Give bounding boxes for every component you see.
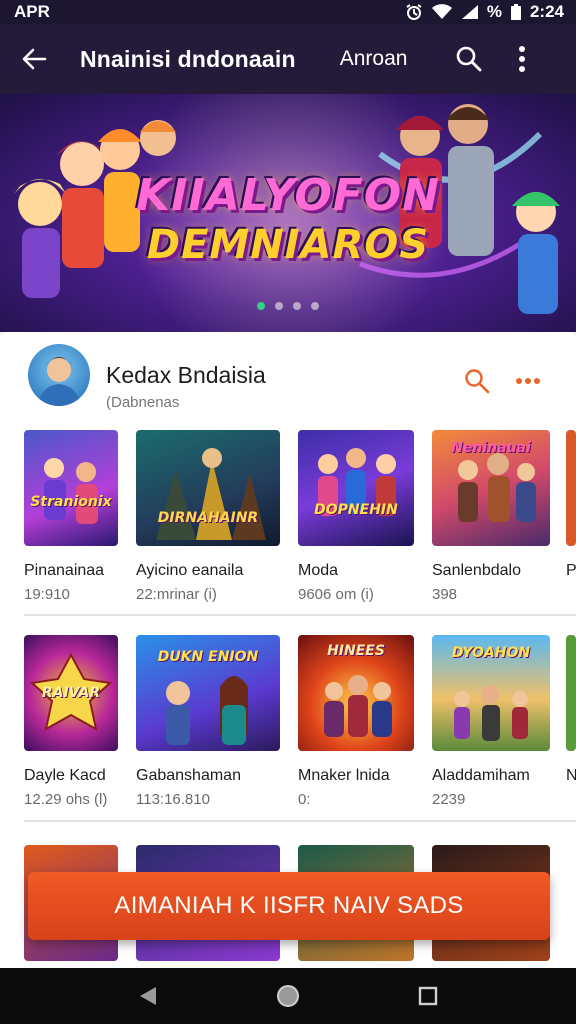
app-thumbnail: DUKN ENION — [136, 635, 280, 751]
thumbnail-caption: DIRNAHAINR — [157, 510, 259, 526]
overflow-menu-button[interactable] — [507, 37, 537, 81]
battery-icon — [510, 3, 522, 21]
nav-home-icon — [277, 985, 299, 1007]
app-thumbnail: Neninauai — [432, 430, 550, 546]
app-meta: 2239 — [432, 791, 466, 808]
app-meta: 22:mrinar (i) — [136, 586, 217, 603]
app-name: Mnaker lnida — [298, 767, 390, 784]
app-tile[interactable]: RAIVAR Dayle Kacd 12.29 ohs (l) — [24, 635, 142, 808]
app-tile[interactable]: DOPNEHIN Moda 9606 om (i) — [298, 430, 416, 603]
app-meta: 398 — [432, 586, 458, 603]
pager-dot[interactable] — [293, 302, 301, 310]
nav-recents-icon — [418, 986, 438, 1006]
more-vert-icon — [519, 46, 526, 72]
page-title: Nnainisi dndonaain — [80, 45, 296, 72]
pager-dot[interactable] — [275, 302, 283, 310]
primary-action-button[interactable]: AIMANIAH K IISFR NAIV SADS — [28, 872, 550, 940]
app-name: Ayicino eanaila — [136, 562, 244, 579]
app-name: Sanlenbdalo — [432, 562, 521, 579]
more-horiz-icon — [516, 378, 540, 384]
app-tile[interactable]: Neninauai Sanlenbdalo 398 — [432, 430, 550, 603]
app-thumbnail: DOPNEHIN — [298, 430, 414, 546]
status-left-text: APR — [14, 2, 50, 21]
app-tile[interactable]: Stranionix Pinanainaa 19:910 — [24, 430, 142, 603]
nav-recents-button[interactable] — [408, 976, 448, 1016]
row-divider — [24, 820, 576, 822]
banner-title-line2: DEMNIAROS — [146, 222, 430, 268]
pager-dot-active[interactable] — [257, 302, 265, 310]
app-name: Pinanainaa — [24, 562, 105, 579]
developer-search-button[interactable] — [460, 364, 494, 398]
app-thumbnail: RAIVAR — [24, 635, 118, 751]
featured-banner[interactable]: KIIALYOFON DEMNIAROS — [0, 94, 576, 332]
pager-dot[interactable] — [311, 302, 319, 310]
nav-back-icon — [140, 987, 156, 1005]
app-bar: Nnainisi dndonaain Anroan — [0, 24, 576, 94]
app-thumbnail: HINEES — [298, 635, 414, 751]
status-icons: % 2:24 — [405, 2, 564, 22]
app-tile[interactable]: DUKN ENION Gabanshaman 113:16.810 — [136, 635, 280, 808]
app-thumbnail: Stranionix — [24, 430, 118, 546]
app-thumbnail — [566, 430, 576, 546]
app-bar-action[interactable]: Anroan — [340, 47, 408, 71]
thumbnail-caption: HINEES — [327, 643, 385, 659]
app-tile[interactable]: N — [566, 635, 576, 785]
app-name: P — [566, 562, 576, 579]
system-nav-bar — [0, 968, 576, 1024]
thumbnail-caption: RAIVAR — [41, 685, 101, 701]
app-thumbnail: DYOAHON — [432, 635, 550, 751]
banner-pager-dots[interactable] — [0, 302, 576, 310]
developer-name: Kedax Bndaisia — [106, 362, 266, 388]
app-tile[interactable]: HINEES Mnaker lnida 0: — [298, 635, 416, 808]
nav-home-button[interactable] — [268, 976, 308, 1016]
app-thumbnail: DIRNAHAINR — [136, 430, 280, 546]
app-tile[interactable]: DIRNAHAINR Ayicino eanaila 22:mrinar (i) — [136, 430, 280, 603]
app-meta: 113:16.810 — [136, 791, 210, 808]
wifi-icon — [431, 4, 453, 20]
back-button[interactable] — [12, 37, 56, 81]
alarm-icon — [405, 3, 423, 21]
app-row: Stranionix Pinanainaa 19:910 DIRNAHAINR … — [0, 430, 576, 620]
app-tile[interactable]: P — [566, 430, 576, 580]
app-name: Moda — [298, 562, 339, 579]
developer-more-button[interactable] — [510, 364, 546, 398]
clock-time: 2:24 — [529, 2, 564, 21]
battery-percent: % — [486, 2, 502, 21]
app-name: Gabanshaman — [136, 767, 241, 784]
developer-header: Kedax Bndaisia (Dabnenas — [28, 344, 568, 411]
app-meta: 9606 om (i) — [298, 586, 374, 603]
nav-back-button[interactable] — [128, 976, 168, 1016]
thumbnail-caption: Neninauai — [451, 440, 531, 456]
banner-title-line1: KIIALYOFON — [135, 170, 441, 221]
app-row: RAIVAR Dayle Kacd 12.29 ohs (l) DUKN ENI… — [0, 635, 576, 825]
back-arrow-icon — [22, 48, 47, 70]
thumbnail-caption: DUKN ENION — [157, 649, 259, 665]
app-meta: 19:910 — [24, 586, 70, 603]
app-name: Dayle Kacd — [24, 767, 106, 784]
developer-subtitle: (Dabnenas — [106, 394, 180, 411]
search-button[interactable] — [447, 37, 491, 81]
signal-icon — [461, 4, 479, 20]
search-icon — [465, 369, 490, 394]
app-meta: 12.29 ohs (l) — [24, 791, 108, 808]
thumbnail-caption: DOPNEHIN — [314, 502, 398, 518]
thumbnail-caption: DYOAHON — [451, 645, 531, 661]
app-tile[interactable]: DYOAHON Aladdamiham 2239 — [432, 635, 550, 808]
app-name: N — [566, 767, 576, 784]
app-meta: 0: — [298, 791, 311, 808]
app-thumbnail — [566, 635, 576, 751]
app-name: Aladdamiham — [432, 767, 530, 784]
status-bar: APR % 2:24 — [0, 0, 576, 24]
developer-avatar[interactable] — [28, 344, 90, 406]
row-divider — [24, 614, 576, 616]
thumbnail-caption: Stranionix — [30, 494, 112, 510]
search-icon — [457, 46, 482, 72]
